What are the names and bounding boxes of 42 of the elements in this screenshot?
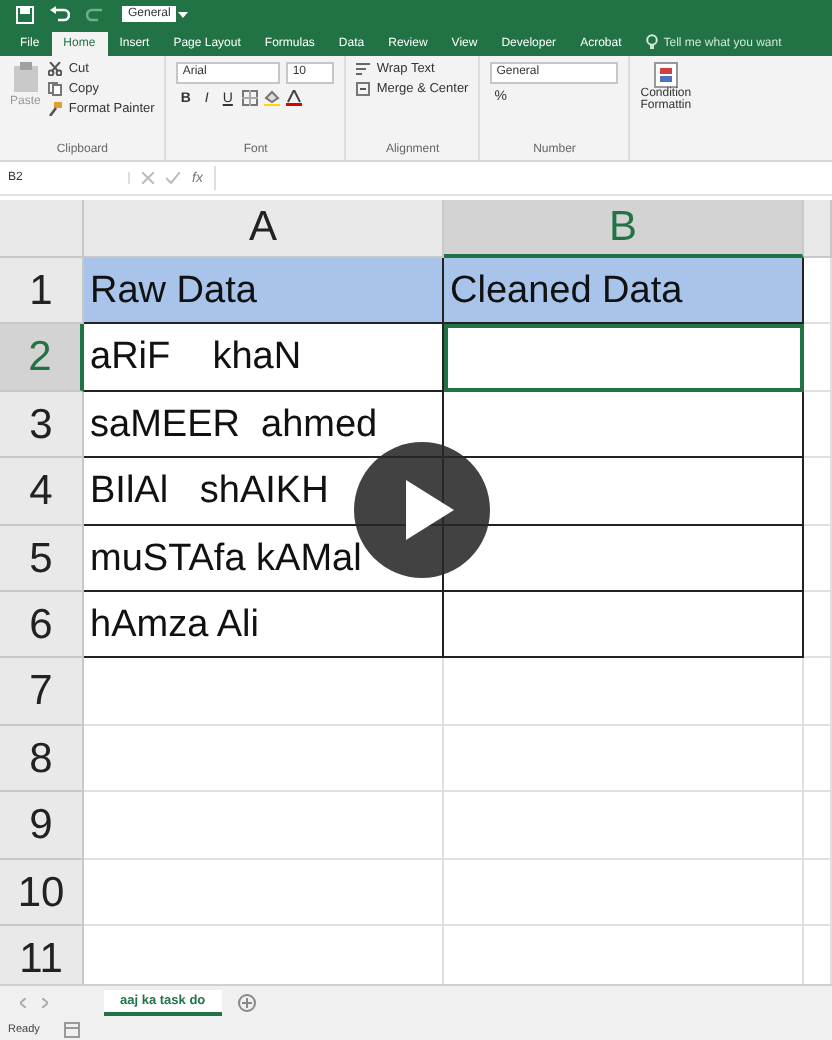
save-icon[interactable] (16, 5, 34, 23)
row-header[interactable]: 6 (0, 591, 84, 659)
row-header[interactable]: 4 (0, 458, 84, 526)
cancel-icon[interactable] (142, 172, 154, 184)
table-cell[interactable]: aRiF khaN (84, 324, 444, 392)
redo-icon[interactable] (86, 6, 106, 22)
row-header[interactable]: 1 (0, 258, 84, 325)
table-cell[interactable]: Raw Data (84, 258, 444, 325)
clipboard-icon (11, 62, 40, 92)
borders-icon[interactable] (242, 90, 259, 106)
select-all-corner[interactable] (0, 200, 84, 258)
scroll-right-icon[interactable] (42, 998, 48, 1008)
row-header[interactable]: 2 (0, 324, 84, 392)
undo-icon[interactable] (50, 6, 70, 22)
column-header[interactable] (804, 200, 832, 258)
scroll-left-icon[interactable] (20, 998, 26, 1008)
table-cell[interactable] (444, 324, 804, 392)
scissors-icon (48, 62, 63, 76)
table-cell[interactable]: Cleaned Data (444, 258, 804, 325)
macro-record-icon[interactable] (63, 1022, 80, 1038)
row-header[interactable]: 9 (0, 792, 84, 860)
table-cell[interactable]: hAmza Ali (84, 591, 444, 659)
row-header[interactable]: 8 (0, 725, 84, 793)
lightbulb-icon (645, 34, 658, 50)
row-header[interactable]: 11 (0, 925, 84, 984)
row-header[interactable]: 3 (0, 391, 84, 459)
copy-icon (48, 82, 63, 96)
table-cell[interactable] (444, 591, 804, 659)
merge-icon (356, 82, 371, 96)
dropdown-caret-icon[interactable] (178, 11, 189, 17)
row-header[interactable]: 7 (0, 658, 84, 726)
wrap-text-icon (356, 62, 371, 76)
fill-color-icon[interactable] (264, 90, 281, 106)
brush-icon (48, 102, 63, 116)
check-icon[interactable] (166, 172, 180, 184)
table-icon (653, 62, 678, 88)
column-header[interactable]: B (444, 200, 804, 258)
font-color-icon[interactable] (286, 90, 303, 106)
row-header[interactable]: 5 (0, 525, 84, 592)
row-header[interactable]: 10 (0, 859, 84, 926)
add-sheet-icon[interactable] (237, 994, 256, 1012)
column-header[interactable]: A (84, 200, 444, 258)
